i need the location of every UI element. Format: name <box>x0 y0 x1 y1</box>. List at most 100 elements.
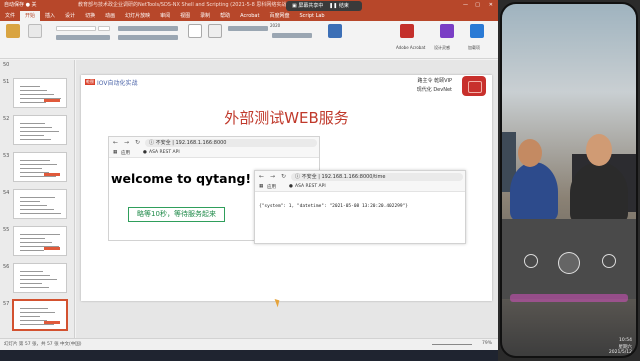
font-box[interactable] <box>56 26 96 31</box>
url-text: 192.168.1.166:8000/time <box>321 174 386 180</box>
pause-icon[interactable]: ❚❚ <box>329 3 337 9</box>
zoom-slider[interactable] <box>432 344 472 345</box>
forward-icon: → <box>124 139 130 146</box>
phone-time: 10:54 <box>619 338 632 343</box>
shapes-icon[interactable] <box>188 24 202 38</box>
dictate-icon[interactable] <box>328 24 342 38</box>
thumbnail-text-line <box>20 238 45 239</box>
globe-icon: ● <box>289 184 293 189</box>
thumbnail-text-line <box>20 287 49 288</box>
menu-bar: 文件 开始 插入 设计 切换 动画 幻灯片放映 审阅 视图 录制 帮助 Acrobat 百度网盘 Scri… <box>0 11 498 21</box>
slide-thumbnail[interactable] <box>13 152 67 182</box>
menu-item[interactable]: 审阅 <box>155 11 175 21</box>
thumbnail-text-line <box>20 102 46 103</box>
screen-share-pill[interactable]: ▣ 屏幕共享中 ❚❚ 结束 <box>286 1 362 11</box>
thumbnail-text-line <box>20 279 57 280</box>
menu-item[interactable]: 百度网盘 <box>264 11 294 21</box>
thumbnail-text-line <box>20 139 51 140</box>
thumbnail-text-line <box>20 320 47 321</box>
json-response: {"system": 1, "datetime": "2021-05-08 13… <box>259 204 409 209</box>
thumbnail-number: 51 <box>3 79 10 85</box>
wait-notice: 略等10秒，等待服务起来 <box>128 207 225 222</box>
thumbnail-text-line <box>20 312 55 313</box>
menu-item[interactable]: 插入 <box>40 11 60 21</box>
security-label: 不安全 <box>301 174 317 180</box>
logo-seal <box>462 76 486 96</box>
reload-icon: ↻ <box>135 139 141 146</box>
thumbnail-text-line <box>20 271 43 272</box>
quick-access-toolbar[interactable]: 自动保存 ● 关 <box>4 0 37 11</box>
apps-icon: ▦ <box>113 150 118 155</box>
maximize-icon[interactable]: □ <box>475 0 480 11</box>
close-icon[interactable]: ✕ <box>489 0 493 11</box>
title-bar: 自动保存 ● 关 教育部与技术政企业调研的NetTools/SDS-NX She… <box>0 0 498 11</box>
zoom-level[interactable]: 79% <box>482 341 492 346</box>
minimize-icon[interactable]: — <box>463 0 468 11</box>
menu-item[interactable]: 开始 <box>20 11 41 21</box>
slide-thumbnail[interactable] <box>13 78 67 108</box>
apps-icon: ▦ <box>259 184 264 189</box>
menu-item[interactable]: Acrobat <box>235 11 264 21</box>
thumbnail-text-line <box>20 275 50 276</box>
person-left <box>510 162 558 222</box>
drawing-buttons[interactable] <box>228 26 268 31</box>
thumbnail-highlight <box>44 99 60 102</box>
welcome-heading: welcome to qytang! <box>111 171 252 186</box>
effects-icon[interactable] <box>602 254 616 268</box>
powerpoint-window: 自动保存 ● 关 教育部与技术政企业调研的NetTools/SDS-NX She… <box>0 0 498 361</box>
back-icon: ← <box>259 173 265 180</box>
menu-item[interactable]: Script Lab <box>294 11 329 21</box>
badge: 乾颐 <box>85 79 95 85</box>
menu-item[interactable]: 切换 <box>80 11 100 21</box>
menu-item[interactable]: 设计 <box>60 11 80 21</box>
acrobat-icon[interactable] <box>400 24 414 38</box>
designer-icon[interactable] <box>440 24 454 38</box>
brand-line-1: 路主令 乾颐VIP <box>417 78 452 84</box>
slide-thumbnails-pane: 50 51 52 53 54 55 56 57 <box>0 60 75 338</box>
slide-thumbnail[interactable] <box>13 226 67 256</box>
camera-flip-icon[interactable] <box>524 254 538 268</box>
paragraph-buttons[interactable] <box>118 26 178 31</box>
menu-item[interactable]: 幻灯片放映 <box>120 11 155 21</box>
thumbnail-number: 50 <box>3 62 10 68</box>
slide-thumbnail[interactable] <box>13 189 67 219</box>
stop-label[interactable]: 结束 <box>339 3 349 9</box>
align-buttons[interactable] <box>118 35 178 40</box>
record-button[interactable] <box>558 252 580 274</box>
phone-controls[interactable] <box>510 294 628 302</box>
thumbnail-text-line <box>20 123 45 124</box>
address-bar: ⓘ 不安全 | 192.168.1.166:8000/time <box>291 173 463 181</box>
thumbnail-highlight <box>44 321 60 324</box>
slide-thumbnail[interactable] <box>13 300 67 330</box>
browser-screenshot-time: ← → ↻ ⓘ 不安全 | 192.168.1.166:8000/time ▦ … <box>254 170 466 244</box>
bookmark-apps: 应用 <box>267 185 276 190</box>
bookmarks-bar: ▦ 应用 ● ASA REST API <box>255 183 465 192</box>
menu-item[interactable]: 录制 <box>195 11 215 21</box>
arrange-icon[interactable] <box>208 24 222 38</box>
font-size-box[interactable] <box>98 26 110 31</box>
thumbnail-text-line <box>20 90 47 91</box>
ribbon-group-acrobat: Adobe Acrobat <box>396 45 426 50</box>
share-label: 屏幕共享中 <box>298 3 324 9</box>
thumbnail-text-line <box>20 197 55 198</box>
new-slide-icon[interactable] <box>28 24 42 38</box>
ribbon-year-label: 2020 <box>270 23 281 28</box>
menu-item[interactable]: 文件 <box>0 11 20 21</box>
addins-icon[interactable] <box>470 24 484 38</box>
format-buttons[interactable] <box>56 35 110 40</box>
editing-buttons[interactable] <box>272 33 312 38</box>
ribbon-group-designer: 设计灵感 <box>434 45 450 50</box>
language: 中文(中国) <box>60 342 82 347</box>
menu-item[interactable]: 动画 <box>100 11 120 21</box>
menu-item[interactable]: 帮助 <box>215 11 235 21</box>
thumbnail-text-line <box>20 242 52 243</box>
menu-item[interactable]: 视图 <box>175 11 195 21</box>
forward-icon: → <box>270 173 276 180</box>
thumbnail-text-line <box>20 94 54 95</box>
thumbnail-text-line <box>20 213 61 214</box>
info-icon: ⓘ <box>149 140 155 146</box>
paste-icon[interactable] <box>6 24 20 38</box>
bookmark-apps: 应用 <box>121 151 130 156</box>
slide-thumbnail[interactable] <box>13 263 67 293</box>
slide-thumbnail[interactable] <box>13 115 67 145</box>
